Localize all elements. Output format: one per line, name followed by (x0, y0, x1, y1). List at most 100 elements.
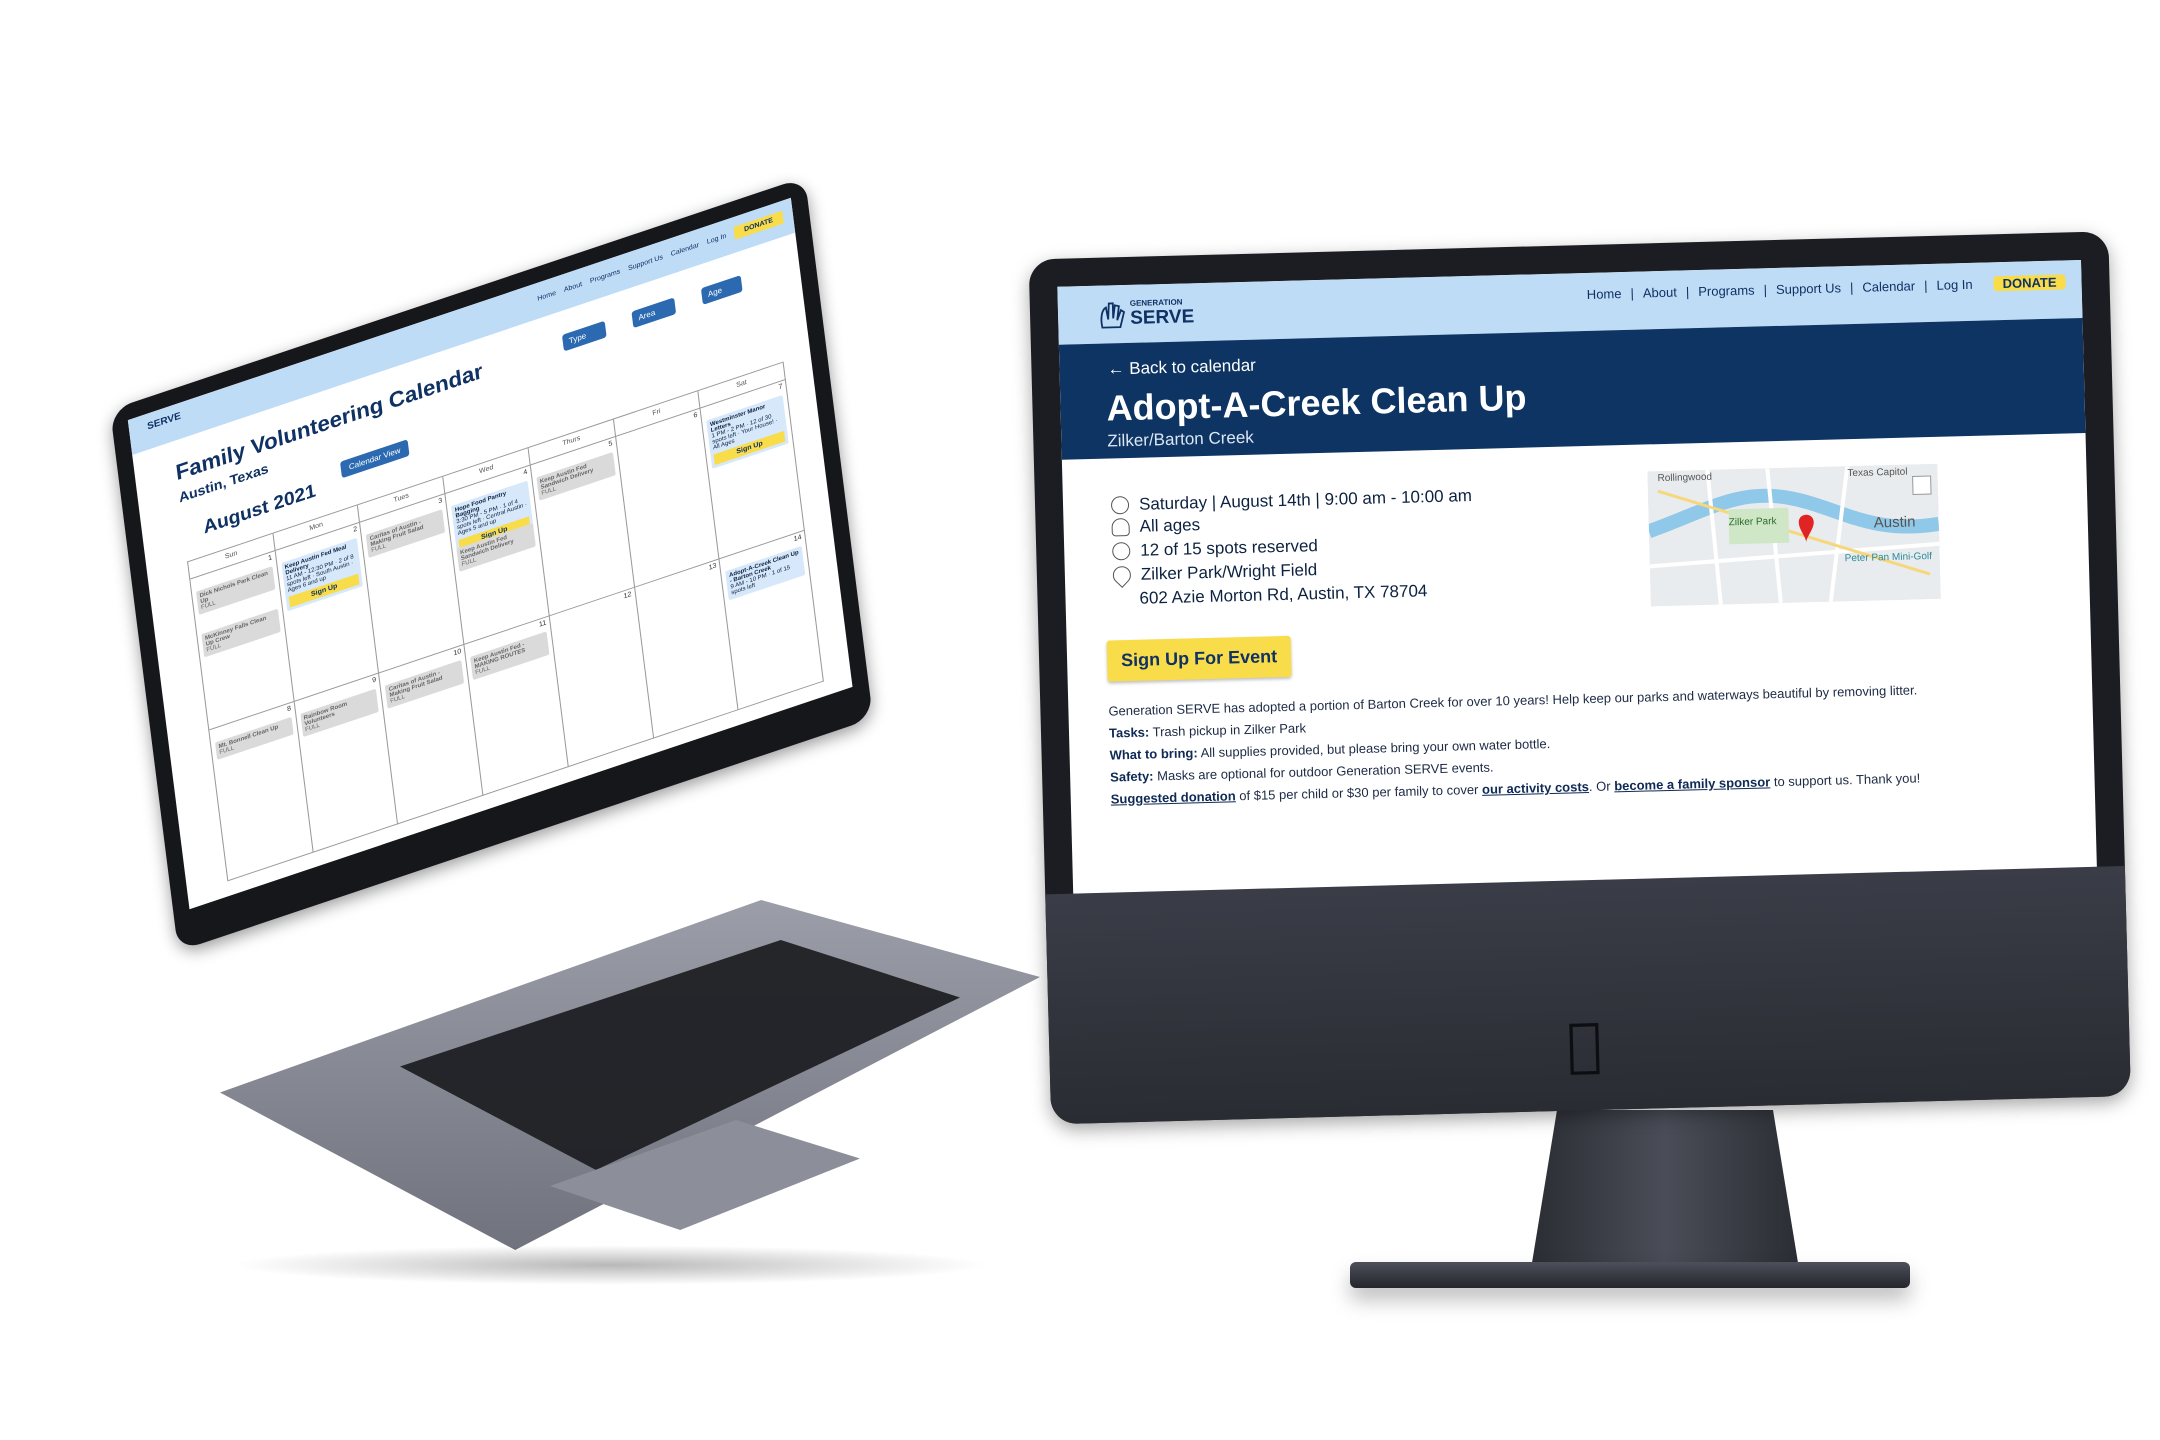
calendar-event[interactable]: Keep Austin Fed Sandwich Delivery FULL (536, 452, 616, 501)
event-when-text: Saturday | August 14th | 9:00 am - 10:00… (1138, 486, 1473, 514)
safety-text: Masks are optional for outdoor Generatio… (1156, 759, 1494, 784)
apple-logo-icon:  (1559, 1010, 1611, 1079)
calendar-view-button[interactable]: Calendar View (339, 439, 410, 479)
event-ages-text: All ages (1139, 515, 1201, 536)
suggested-donation-link[interactable]: Suggested donation (1111, 788, 1236, 806)
calendar-event[interactable]: Mt. Bonnell Clean Up FULL (215, 716, 294, 760)
nav-calendar[interactable]: Calendar (1853, 278, 1924, 295)
day-number: 2 (352, 525, 358, 534)
imac-stand-neck (1530, 1110, 1800, 1275)
event-tasks: Tasks: Trash pickup in Zilker Park (1109, 720, 1306, 740)
nav-links: Home | About | Programs | Support Us | Calen… (1578, 274, 2066, 302)
cal-nav-home[interactable]: Home (537, 290, 556, 303)
map-label-austin: Austin (1874, 513, 1916, 531)
person-icon (1111, 517, 1130, 537)
spots-icon (1112, 541, 1131, 561)
cal-nav-about[interactable]: About (564, 281, 583, 294)
day-number: 9 (371, 676, 377, 685)
day-number: 3 (437, 497, 443, 506)
tasks-text: Trash pickup in Zilker Park (1152, 720, 1307, 740)
calendar-event[interactable]: Dick Nichols Park Clean Up FULL (196, 566, 276, 615)
bring-label: What to bring: (1109, 745, 1198, 763)
calendar-event[interactable]: Adopt-A-Creek Clean Up - Barton Creek 9 A… (725, 545, 806, 601)
family-sponsor-link[interactable]: become a family sponsor (1614, 774, 1770, 793)
event-title: Adopt-A-Creek Clean Up (1105, 376, 1527, 429)
filter-age-dropdown[interactable]: Age (700, 275, 743, 305)
calendar-event[interactable]: Caritas of Austin - Making Fruit Salad FU… (366, 509, 446, 558)
location-pin-icon (1109, 562, 1135, 588)
nav-support-us[interactable]: Support Us (1767, 280, 1850, 297)
cal-nav-login[interactable]: Log In (707, 233, 727, 246)
day-number: 4 (523, 468, 528, 477)
calendar-event[interactable]: Westminster Manor Letters 1 PM - 2 PM · 1… (706, 395, 789, 469)
site-logo[interactable]: GENERATION SERVE (1096, 297, 1207, 334)
day-number: 10 (453, 647, 462, 658)
fullscreen-icon[interactable] (1912, 475, 1932, 495)
donate-button[interactable]: DONATE (1993, 274, 2066, 292)
calendar-event[interactable]: Keep Austin Fed Meal Delivery 11 AM - 12:… (281, 537, 364, 612)
bring-text: All supplies provided, but please bring … (1200, 736, 1551, 761)
calendar-event[interactable]: Caritas of Austin - Making Fruit Salad FU… (385, 659, 465, 709)
event-subtitle: Zilker/Barton Creek (1107, 427, 1255, 451)
map-graphic: Rollingwood Texas Capitol Zilker Park Au… (1647, 463, 1941, 607)
donation-text: of $15 per child or $30 per family to co… (1239, 781, 1479, 804)
calendar-event[interactable]: Rainbow Room Volunteers FULL (300, 688, 380, 738)
day-number: 14 (793, 533, 803, 544)
safety-label: Safety: (1109, 768, 1154, 785)
event-spots-text: 12 of 15 spots reserved (1140, 536, 1319, 560)
calendar-logo[interactable]: SERVE (147, 411, 182, 433)
sign-up-for-event-button[interactable]: Sign Up For Event (1106, 635, 1292, 682)
day-number: 8 (286, 705, 292, 714)
event-safety: Safety: Masks are optional for outdoor G… (1110, 760, 1494, 785)
event-spots: 12 of 15 spots reserved (1112, 536, 1318, 561)
filter-area-dropdown[interactable]: Area (631, 297, 677, 329)
day-number: 6 (693, 411, 698, 420)
brand-bottom: SERVE (1129, 306, 1195, 329)
clock-icon (1110, 496, 1130, 515)
thanks-text: to support us. Thank you! (1773, 770, 1921, 790)
calendar-day-cell[interactable]: 7 Westminster Manor Letters 1 PM - 2 PM · … (700, 379, 805, 560)
day-number: 12 (623, 590, 632, 601)
calendar-event[interactable]: McKinney Falls Clean Up Crew FULL (201, 608, 281, 658)
filter-type-dropdown[interactable]: Type (561, 320, 608, 352)
nav-home[interactable]: Home (1578, 286, 1631, 302)
cal-nav-calendar[interactable]: Calendar (670, 242, 699, 258)
nav-login[interactable]: Log In (1927, 277, 1982, 293)
map-label-zilker: Zilker Park (1729, 516, 1778, 528)
calendar-event[interactable]: Keep Austin Fed - MAKING ROUTES FULL (470, 631, 550, 681)
tasks-label: Tasks: (1108, 724, 1150, 741)
event-place-text: Zilker Park/Wright Field (1140, 560, 1318, 584)
day-number: 7 (778, 383, 783, 392)
event-address-text: 602 Azie Morton Rd, Austin, TX 78704 (1139, 581, 1428, 608)
day-number: 5 (608, 440, 613, 449)
imac-stand-foot (1350, 1262, 1910, 1288)
nav-about[interactable]: About (1634, 284, 1686, 301)
calendar-screen: SERVE Home About Programs Support Us Cal… (127, 197, 853, 910)
day-number: 13 (708, 562, 717, 572)
activity-costs-link[interactable]: our activity costs (1482, 779, 1589, 797)
event-when: Saturday | August 14th | 9:00 am - 10:00… (1110, 486, 1473, 515)
cal-donate-button[interactable]: DONATE (733, 210, 784, 240)
event-map[interactable]: Rollingwood Texas Capitol Zilker Park Au… (1647, 463, 1941, 607)
laptop-shadow (230, 1245, 990, 1285)
event-description: Generation SERVE has adopted a portion o… (1108, 682, 1918, 719)
map-label-rollingwood: Rollingwood (1657, 472, 1712, 484)
event-screen: GENERATION SERVE Home | About | Programs | … (1057, 260, 2097, 894)
event-bring: What to bring: All supplies provided, bu… (1109, 736, 1550, 763)
back-to-calendar-link[interactable]: ← Back to calendar (1107, 356, 1256, 380)
macbook-device: SERVE Home About Programs Support Us Cal… (30, 177, 1040, 1260)
map-label-capitol: Texas Capitol (1847, 467, 1907, 480)
imac-chin (1045, 866, 2131, 1125)
or-text: . Or (1588, 778, 1611, 795)
day-number: 1 (267, 554, 273, 563)
day-number: 11 (538, 619, 547, 629)
imac-device:  GENERATION SERVE Home| About| Programs… (1028, 231, 2152, 1144)
cal-nav-support[interactable]: Support Us (628, 254, 664, 272)
nav-programs[interactable]: Programs (1689, 282, 1764, 299)
macbook-lid: SERVE Home About Programs Support Us Cal… (110, 177, 874, 952)
cal-nav-programs[interactable]: Programs (590, 268, 621, 285)
event-address: 602 Azie Morton Rd, Austin, TX 78704 (1139, 581, 1427, 609)
event-place: Zilker Park/Wright Field (1109, 560, 1318, 588)
calendar-nav-links: Home About Programs Support Us Calendar … (537, 210, 784, 306)
calendar-day-cell[interactable]: 14 Adopt-A-Creek Clean Up - Barton Creek 9… (719, 530, 824, 710)
